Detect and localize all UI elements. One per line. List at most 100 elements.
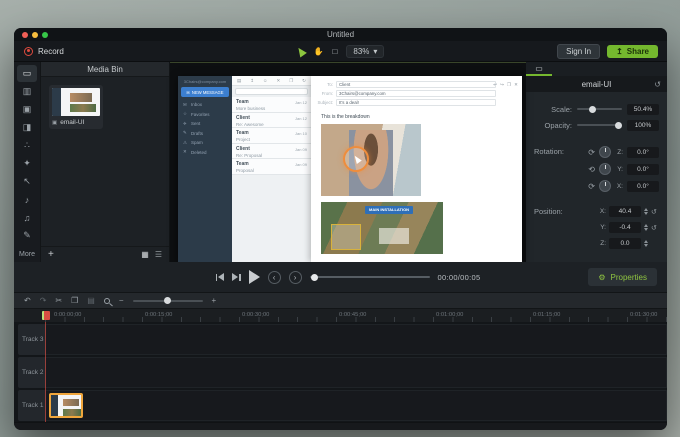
mock-message-row: TeamProposalJan 09 <box>232 159 311 175</box>
sidebar-item-visual-effects[interactable]: ✎ <box>17 227 37 244</box>
scale-slider-knob[interactable] <box>589 106 596 113</box>
sidebar-item-media[interactable]: ▭ <box>17 65 37 82</box>
tab-visual-properties[interactable]: ▭ <box>526 62 552 76</box>
sidebar-item-audio-effects[interactable]: ♫ <box>17 209 37 226</box>
play-button[interactable] <box>249 270 260 284</box>
timeline-ruler[interactable]: 0:00:00;00 0:00:15;00 0:00:30;00 0:00:45… <box>14 308 667 322</box>
scale-row: Scale: 50.4% <box>534 101 659 117</box>
track-3-lane[interactable] <box>46 324 667 355</box>
track-3-header[interactable]: Track 3 <box>18 324 46 355</box>
rotation-y-dial[interactable] <box>599 163 611 175</box>
step-forward-button[interactable] <box>232 273 241 281</box>
cursor-highlight-ring <box>343 146 369 172</box>
rotate-x-icon: ⟳ <box>588 182 595 191</box>
rotation-y-row: ⟲ Y: 0.0° <box>578 162 659 176</box>
mock-nav-favorites: ☆Favorites <box>178 110 232 120</box>
opacity-value[interactable]: 100% <box>627 120 659 131</box>
mock-photo-label: MAIN INSTALLATION <box>365 206 413 214</box>
rotation-x-dial[interactable] <box>599 180 611 192</box>
position-y-stepper[interactable] <box>644 224 648 231</box>
jump-back-button[interactable]: ‹ <box>268 271 281 284</box>
grid-view-icon[interactable]: ▦ <box>141 250 149 259</box>
timeline-zoom-in-button[interactable]: + <box>212 296 217 305</box>
star-icon: ☆ <box>183 111 188 117</box>
position-x-row: X: 40.4 ↺ <box>578 205 659 218</box>
sidebar-item-cursor-effects[interactable]: ↖ <box>17 173 37 190</box>
previous-frame-button[interactable] <box>216 273 225 281</box>
track-1-header[interactable]: Track 1 <box>18 390 46 421</box>
rotation-x-row: ⟳ X: 0.0° <box>578 179 659 193</box>
ruler-tick-label: 0:00:30;00 <box>242 312 269 318</box>
mock-new-message-button: ✉ NEW MESSAGE <box>181 87 229 97</box>
stage-media-email-ui[interactable]: 3Chairs@company.com ✉ NEW MESSAGE ✉Inbox… <box>178 76 522 262</box>
preview-scrubber[interactable] <box>310 276 430 278</box>
track-2-header[interactable]: Track 2 <box>18 357 46 388</box>
properties-toggle-button[interactable]: ⚙ Properties <box>588 268 657 286</box>
media-item[interactable]: ▣ email-UI <box>49 85 103 129</box>
track-1-lane[interactable] <box>46 390 667 421</box>
media-bin-content: ▣ email-UI <box>41 77 169 246</box>
rotation-block: Rotation: ⟳ Z: 0.0° ⟲ Y: <box>534 145 659 193</box>
more-tools-button[interactable]: More <box>19 251 35 262</box>
sidebar-item-animations[interactable]: ✦ <box>17 155 37 172</box>
rotation-z-dial[interactable] <box>599 146 611 158</box>
chevron-down-icon: ▾ <box>373 47 377 56</box>
ruler-tick-label: 0:00:45;00 <box>339 312 366 318</box>
position-x-reset-icon[interactable]: ↺ <box>651 208 659 216</box>
canvas-zoom-select[interactable]: 83% ▾ <box>346 45 384 58</box>
media-icon: ▭ <box>23 68 32 79</box>
envelope-icon: ✉ <box>186 90 190 95</box>
timeline-zoom-knob[interactable] <box>164 297 171 304</box>
position-y-reset-icon[interactable]: ↺ <box>651 224 659 232</box>
rotation-x-value[interactable]: 0.0° <box>627 181 659 192</box>
position-x-value[interactable]: 40.4 <box>609 206 641 217</box>
magnifier-icon[interactable] <box>104 298 110 304</box>
spam-icon: ⚠ <box>183 140 188 146</box>
mock-account-email: 3Chairs@company.com <box>178 76 232 86</box>
reset-all-icon[interactable]: ↺ <box>654 80 661 89</box>
scrubber-handle[interactable] <box>311 274 318 281</box>
list-view-icon[interactable]: ☰ <box>155 250 162 259</box>
send-icon: ✈ <box>183 121 188 127</box>
timeline-tracks: ˅ Track 3 Track 2 Track 1 <box>14 322 667 422</box>
sidebar-item-voice-narration[interactable]: ♪ <box>17 191 37 208</box>
crop-icon[interactable]: □ <box>333 47 338 56</box>
position-z-value[interactable]: 0.0 <box>609 238 641 249</box>
position-z-stepper[interactable] <box>644 240 648 247</box>
add-media-button[interactable]: + <box>48 249 54 260</box>
sidebar-item-transitions[interactable]: ◨ <box>17 119 37 136</box>
scale-slider[interactable] <box>577 108 622 110</box>
track-2-lane[interactable] <box>46 357 667 388</box>
jump-forward-button[interactable]: › <box>289 271 302 284</box>
rotation-y-value[interactable]: 0.0° <box>627 164 659 175</box>
sidebar-item-annotations[interactable]: ▣ <box>17 101 37 118</box>
pan-hand-icon[interactable]: ✋ <box>314 47 324 56</box>
playhead-line[interactable] <box>45 322 46 422</box>
edit-cursor-icon[interactable] <box>295 45 307 57</box>
playhead-marker[interactable] <box>42 311 50 320</box>
sidebar-item-library[interactable]: ▥ <box>17 83 37 100</box>
opacity-slider-knob[interactable] <box>615 122 622 129</box>
timeline-zoom-out-button[interactable]: − <box>119 296 124 305</box>
rotation-z-value[interactable]: 0.0° <box>627 147 659 158</box>
draft-icon: ✎ <box>183 130 188 136</box>
opacity-slider[interactable] <box>577 124 622 126</box>
position-y-value[interactable]: -0.4 <box>609 222 641 233</box>
timeline-clip-email-ui[interactable] <box>49 393 83 418</box>
copy-icon[interactable]: ❐ <box>71 296 78 305</box>
media-item-name: email-UI <box>60 119 84 126</box>
rotation-label: Rotation: <box>534 145 578 193</box>
redo-icon[interactable]: ↷ <box>40 296 47 305</box>
cut-icon[interactable]: ✂ <box>55 296 62 305</box>
scale-label: Scale: <box>534 105 572 114</box>
media-item-label: ▣ email-UI <box>52 116 100 126</box>
sidebar-item-behaviors[interactable]: ∴ <box>17 137 37 154</box>
undo-icon[interactable]: ↶ <box>24 296 31 305</box>
folder-icon: ❐ <box>289 78 293 84</box>
scale-value[interactable]: 50.4% <box>627 104 659 115</box>
rotate-z-icon: ⟳ <box>588 148 595 157</box>
timeline-scrollbar[interactable] <box>14 422 667 430</box>
paste-icon[interactable]: ▤ <box>87 296 95 305</box>
timeline-zoom-slider[interactable] <box>133 300 203 302</box>
position-x-stepper[interactable] <box>644 208 648 215</box>
